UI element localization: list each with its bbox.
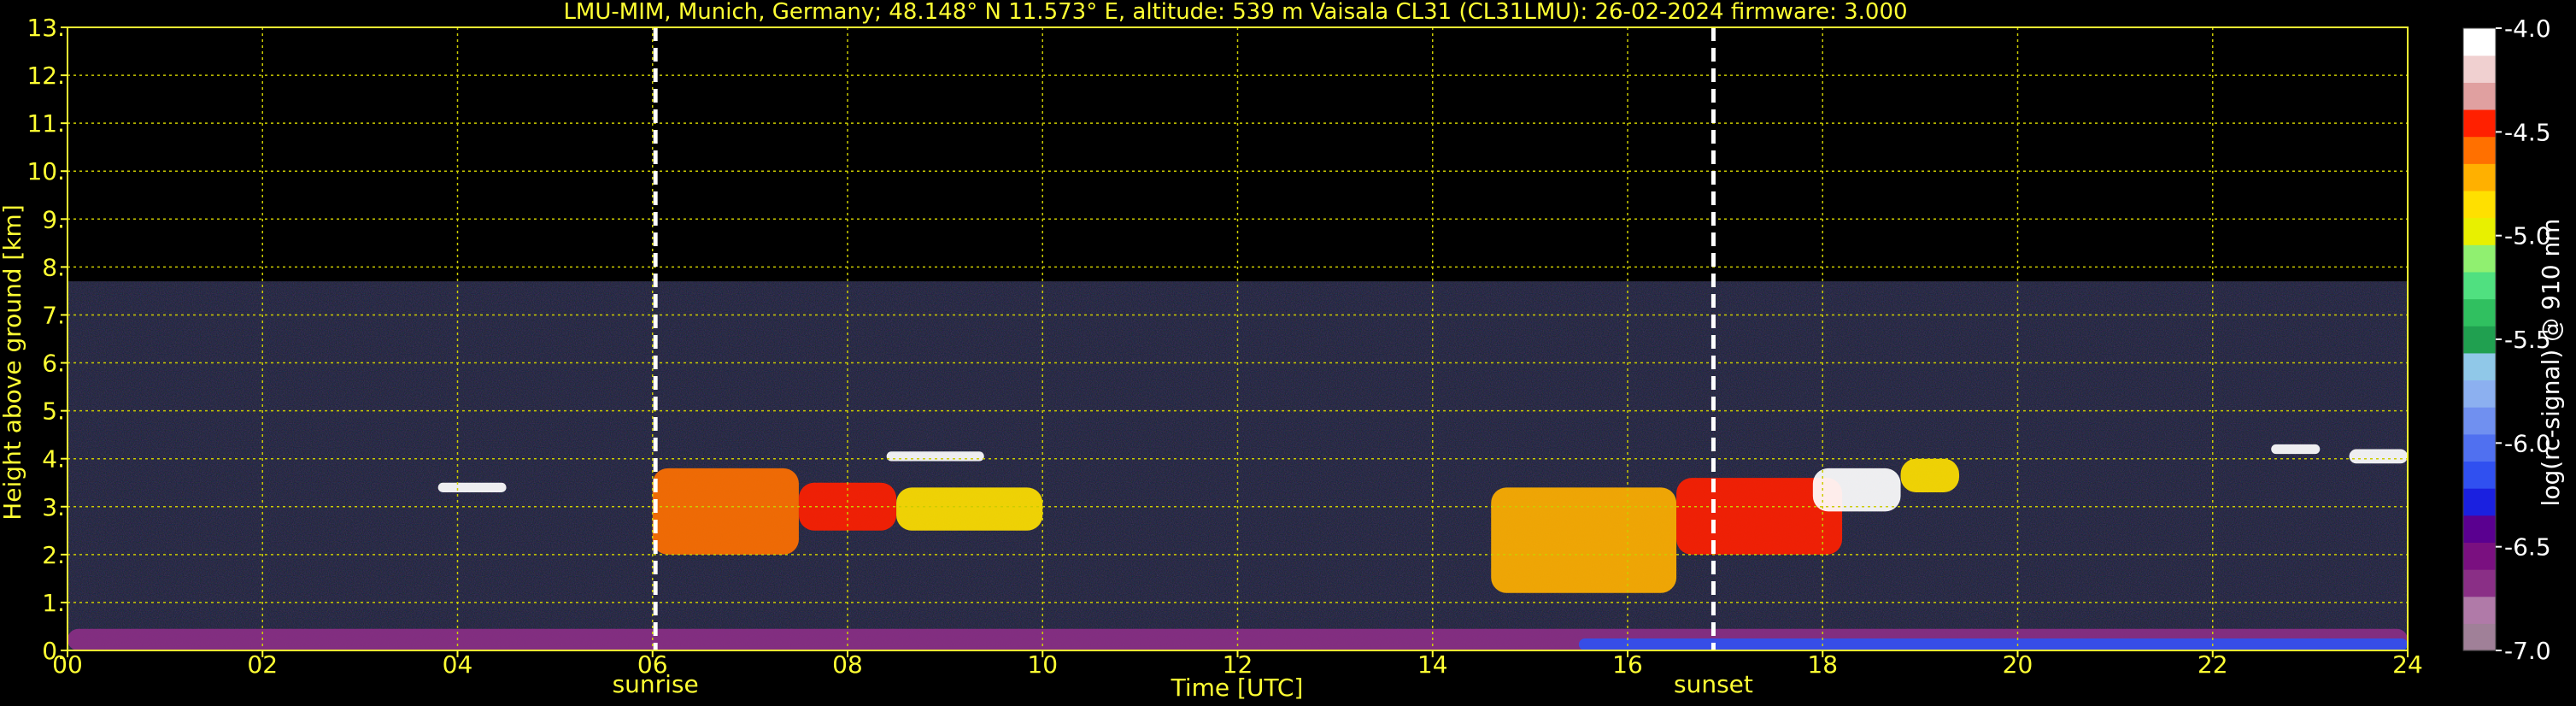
- x-tick-label: 04: [443, 650, 473, 679]
- x-tick-label: 10: [1027, 650, 1058, 679]
- y-tick-label: 1.: [42, 589, 65, 617]
- x-tick-label: 22: [2198, 650, 2228, 679]
- backscatter-layer: [1491, 487, 1677, 593]
- y-tick-label: 2.: [42, 541, 65, 569]
- colorbar-tick-label: -4.5: [2504, 118, 2551, 146]
- y-tick-label: 9.: [42, 205, 65, 233]
- y-tick-label: 7.: [42, 301, 65, 329]
- y-tick-label: 11.: [26, 109, 65, 138]
- colorbar-segment: [2463, 217, 2496, 245]
- colorbar-segment: [2463, 326, 2496, 354]
- y-tick-label: 10.: [26, 157, 65, 185]
- colorbar-segment: [2463, 298, 2496, 327]
- backscatter-layer: [886, 451, 984, 462]
- backscatter-layer: [2349, 449, 2408, 464]
- x-tick-label: 18: [1807, 650, 1838, 679]
- colorbar-segment: [2463, 515, 2496, 543]
- y-tick-label: 0.: [42, 637, 65, 665]
- colorbar-tick-label: -7.0: [2504, 637, 2551, 665]
- colorbar-segment: [2463, 244, 2496, 273]
- y-tick-label: 12.: [26, 62, 65, 90]
- colorbar-segment: [2463, 136, 2496, 164]
- colorbar-segment: [2463, 109, 2496, 138]
- backscatter-layer: [896, 487, 1043, 531]
- colorbar-segment: [2463, 569, 2496, 597]
- x-tick-label: 08: [832, 650, 863, 679]
- colorbar-segment: [2463, 461, 2496, 489]
- y-tick-label: 4.: [42, 445, 65, 474]
- y-tick-label: 13.: [26, 14, 65, 42]
- colorbar-segment: [2463, 190, 2496, 219]
- backscatter-layer: [1812, 468, 1901, 512]
- x-axis-label: Time [UTC]: [1171, 674, 1304, 702]
- colorbar-segment: [2463, 379, 2496, 408]
- colorbar-segment: [2463, 82, 2496, 110]
- x-tick-label: 02: [247, 650, 278, 679]
- colorbar-segment: [2463, 623, 2496, 651]
- chart-title: LMU-MIM, Munich, Germany; 48.148° N 11.5…: [563, 0, 1907, 25]
- ceilometer-chart: LMU-MIM, Munich, Germany; 48.148° N 11.5…: [0, 0, 2576, 706]
- y-tick-label: 8.: [42, 253, 65, 281]
- x-tick-label: 20: [2003, 650, 2033, 679]
- backscatter-layer: [437, 482, 507, 492]
- colorbar-segment: [2463, 407, 2496, 435]
- colorbar-segment: [2463, 542, 2496, 570]
- backscatter-layer: [2271, 444, 2321, 455]
- colorbar-segment: [2463, 271, 2496, 300]
- colorbar-segment: [2463, 352, 2496, 381]
- y-tick-label: 3.: [42, 493, 65, 521]
- colorbar-segment: [2463, 596, 2496, 624]
- plot-area: [67, 26, 2409, 651]
- colorbar-tick-label: -4.0: [2504, 15, 2551, 43]
- x-tick-label: 16: [1612, 650, 1643, 679]
- colorbar-segment: [2463, 28, 2496, 56]
- y-axis-label: Height above ground [km]: [0, 204, 26, 521]
- x-tick-label: 14: [1417, 650, 1448, 679]
- colorbar-tick-label: -6.5: [2504, 533, 2551, 562]
- x-tick-label: 24: [2392, 650, 2423, 679]
- x-tick-label: 06: [637, 650, 668, 679]
- colorbar-label: log(rc-signal) @ 910 nm: [2537, 219, 2565, 507]
- y-tick-label: 6.: [42, 350, 65, 378]
- y-tick-label: 5.: [42, 397, 65, 426]
- backscatter-layer: [1900, 458, 1960, 492]
- backscatter-layer: [1578, 638, 2408, 650]
- colorbar-segment: [2463, 488, 2496, 516]
- colorbar-segment: [2463, 433, 2496, 462]
- marker-label: sunset: [1674, 670, 1753, 698]
- colorbar-segment: [2463, 163, 2496, 191]
- backscatter-layer: [652, 468, 799, 555]
- colorbar-segment: [2463, 55, 2496, 83]
